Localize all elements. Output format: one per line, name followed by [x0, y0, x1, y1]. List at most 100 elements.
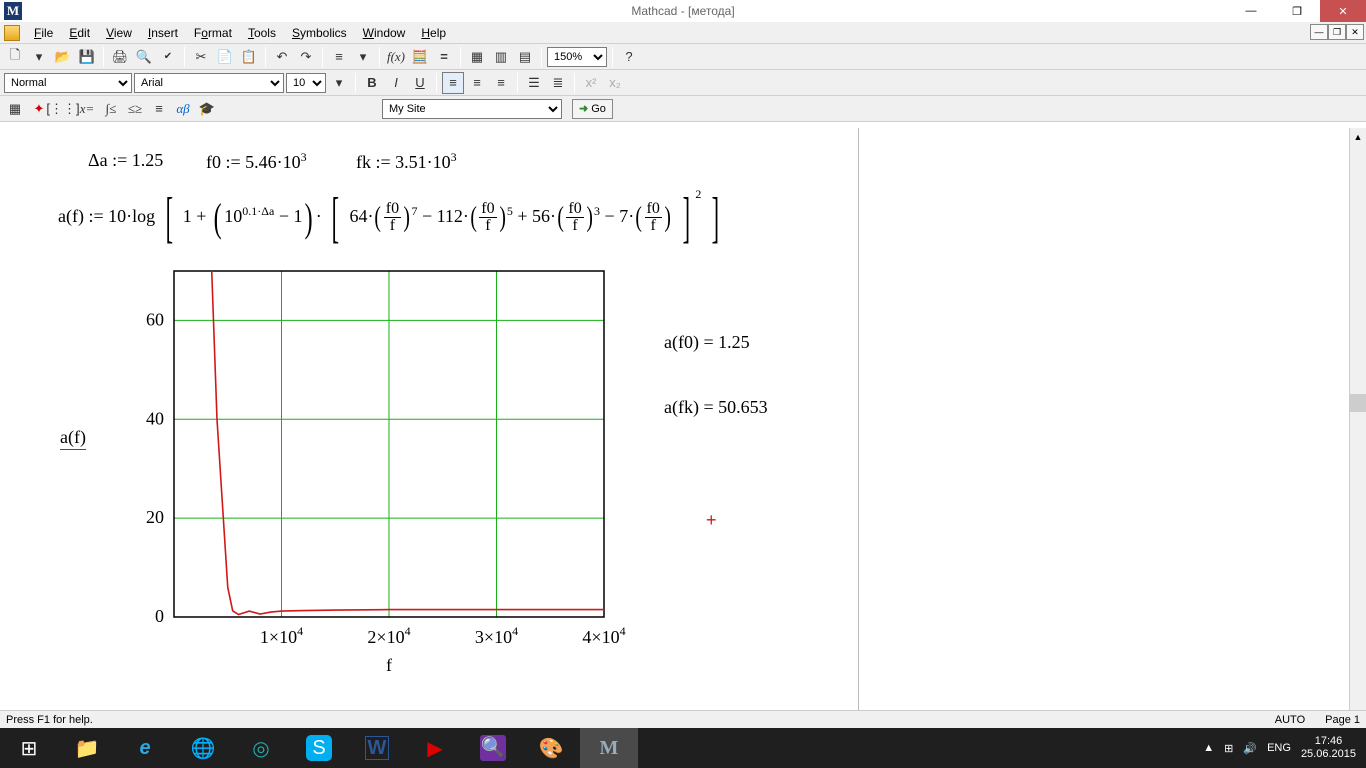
tray-show-hidden-icon[interactable]: ▲ [1203, 742, 1214, 754]
calculate-button[interactable]: = [433, 46, 455, 68]
style-select[interactable]: Normal [4, 73, 132, 93]
result-a-fk[interactable]: a(fk) = 50.653 [664, 397, 768, 418]
print-preview-button[interactable]: 🔍 [133, 46, 155, 68]
document-icon [4, 25, 20, 41]
font-select[interactable]: Arial [134, 73, 284, 93]
scroll-up-button[interactable]: ▲ [1350, 128, 1366, 145]
bold-button[interactable]: B [361, 72, 383, 94]
definition-f0[interactable]: f0 := 5.46·103 [206, 150, 307, 173]
menu-window[interactable]: Window [355, 24, 414, 42]
definition-function-a[interactable]: a(f) := 10·log [ 1 + (100.1·Δa − 1)· [ 6… [58, 187, 725, 246]
align-right-button[interactable]: ≡ [490, 72, 512, 94]
tray-clock[interactable]: 17:46 25.06.2015 [1301, 735, 1356, 761]
menu-format[interactable]: Format [186, 24, 240, 42]
tray-language[interactable]: ENG [1267, 742, 1291, 754]
taskbar-ie[interactable]: e [116, 728, 174, 768]
symbolic-toolbar-button[interactable]: 🎓 [196, 98, 218, 120]
window-title: Mathcad - [метода] [631, 4, 734, 18]
calculus-toolbar-button[interactable]: ∫≤ [100, 98, 122, 120]
toolbar-formatting: Normal Arial 10 ▾ B I U ≡ ≡ ≡ ☰ ≣ x² x₂ [0, 70, 1366, 96]
page-divider [858, 128, 859, 726]
workspace[interactable]: Δa := 1.25 f0 := 5.46·103 fk := 3.51·103… [0, 128, 1366, 726]
scroll-thumb[interactable] [1350, 394, 1366, 412]
maximize-button[interactable]: ❐ [1274, 0, 1320, 22]
zoom-select[interactable]: 150% [547, 47, 607, 67]
programming-toolbar-button[interactable]: ≡ [148, 98, 170, 120]
menu-help[interactable]: Help [413, 24, 454, 42]
mdi-close-button[interactable]: ✕ [1346, 24, 1364, 40]
tray-action-center-icon[interactable]: ⊞ [1224, 742, 1233, 755]
taskbar-word[interactable]: W [348, 728, 406, 768]
result-a-f0[interactable]: a(f0) = 1.25 [664, 332, 750, 353]
mdi-restore-button[interactable]: ❐ [1328, 24, 1346, 40]
align-button[interactable]: ≡ [328, 46, 350, 68]
menu-insert[interactable]: Insert [140, 24, 186, 42]
undo-button[interactable]: ↶ [271, 46, 293, 68]
align-down-button[interactable]: ▾ [352, 46, 374, 68]
status-help-text: Press F1 for help. [6, 714, 93, 726]
tray-volume-icon[interactable]: 🔊 [1243, 742, 1257, 755]
calculator-toolbar-button[interactable]: ▦ [4, 98, 26, 120]
insert-function-button[interactable]: f(x) [385, 46, 407, 68]
print-button[interactable]: 🖨 [109, 46, 131, 68]
open-button[interactable]: 📂 [52, 46, 74, 68]
insert-data-button[interactable]: ▥ [490, 46, 512, 68]
menu-view[interactable]: View [98, 24, 140, 42]
app-icon: M [4, 2, 22, 20]
taskbar[interactable]: ⊞ 📁 e 🌐 ◎ S W ▶ 🔍 🎨 M ▲ ⊞ 🔊 ENG 17:46 25… [0, 728, 1366, 768]
taskbar-chrome[interactable]: 🌐 [174, 728, 232, 768]
save-button[interactable]: 💾 [76, 46, 98, 68]
taskbar-paint[interactable]: 🎨 [522, 728, 580, 768]
insert-component-button[interactable]: ▦ [466, 46, 488, 68]
menu-symbolics[interactable]: Symbolics [284, 24, 355, 42]
minimize-button[interactable]: — [1228, 0, 1274, 22]
bullets-button[interactable]: ☰ [523, 72, 545, 94]
align-center-button[interactable]: ≡ [466, 72, 488, 94]
align-left-button[interactable]: ≡ [442, 72, 464, 94]
size-dropdown-button[interactable]: ▾ [328, 72, 350, 94]
size-select[interactable]: 10 [286, 73, 326, 93]
matrix-toolbar-button[interactable]: [⋮⋮] [52, 98, 74, 120]
mdi-minimize-button[interactable]: — [1310, 24, 1328, 40]
help-button[interactable]: ? [618, 46, 640, 68]
insert-unit-button[interactable]: 🧮 [409, 46, 431, 68]
insert-reference-button[interactable]: ▤ [514, 46, 536, 68]
copy-button[interactable]: 📄 [214, 46, 236, 68]
site-select[interactable]: My Site [382, 99, 562, 119]
close-button[interactable]: ✕ [1320, 0, 1366, 22]
taskbar-skype[interactable]: S [290, 728, 348, 768]
greek-toolbar-button[interactable]: αβ [172, 98, 194, 120]
taskbar-app2[interactable]: ▶ [406, 728, 464, 768]
new-dropdown-button[interactable]: ▾ [28, 46, 50, 68]
new-button[interactable]: 🗋 [4, 46, 26, 68]
numbering-button[interactable]: ≣ [547, 72, 569, 94]
underline-button[interactable]: U [409, 72, 431, 94]
svg-text:f: f [386, 655, 392, 675]
paste-button[interactable]: 📋 [238, 46, 260, 68]
go-button[interactable]: ➜Go [572, 99, 613, 119]
menu-tools[interactable]: Tools [240, 24, 284, 42]
redo-button[interactable]: ↷ [295, 46, 317, 68]
menu-file[interactable]: File [26, 24, 61, 42]
italic-button[interactable]: I [385, 72, 407, 94]
menu-edit[interactable]: Edit [61, 24, 98, 42]
start-button[interactable]: ⊞ [0, 728, 58, 768]
system-tray[interactable]: ▲ ⊞ 🔊 ENG 17:46 25.06.2015 [1193, 728, 1366, 768]
evaluation-toolbar-button[interactable]: x= [76, 98, 98, 120]
taskbar-mathcad[interactable]: M [580, 728, 638, 768]
boolean-toolbar-button[interactable]: ≤≥ [124, 98, 146, 120]
taskbar-app3[interactable]: 🔍 [464, 728, 522, 768]
xy-plot[interactable]: a(f) 02040601×1042×1043×1044×104f [104, 267, 644, 690]
definition-fk[interactable]: fk := 3.51·103 [356, 150, 457, 173]
scroll-track[interactable] [1350, 145, 1366, 710]
worksheet-page[interactable]: Δa := 1.25 f0 := 5.46·103 fk := 3.51·103… [4, 132, 854, 692]
superscript-button[interactable]: x² [580, 72, 602, 94]
taskbar-app1[interactable]: ◎ [232, 728, 290, 768]
cut-button[interactable]: ✂ [190, 46, 212, 68]
svg-text:20: 20 [146, 507, 164, 527]
spellcheck-button[interactable]: ✔ [157, 46, 179, 68]
definition-delta-a[interactable]: Δa := 1.25 [88, 150, 163, 171]
vertical-scrollbar[interactable]: ▲ ▼ [1349, 128, 1366, 727]
subscript-button[interactable]: x₂ [604, 72, 626, 94]
taskbar-explorer[interactable]: 📁 [58, 728, 116, 768]
